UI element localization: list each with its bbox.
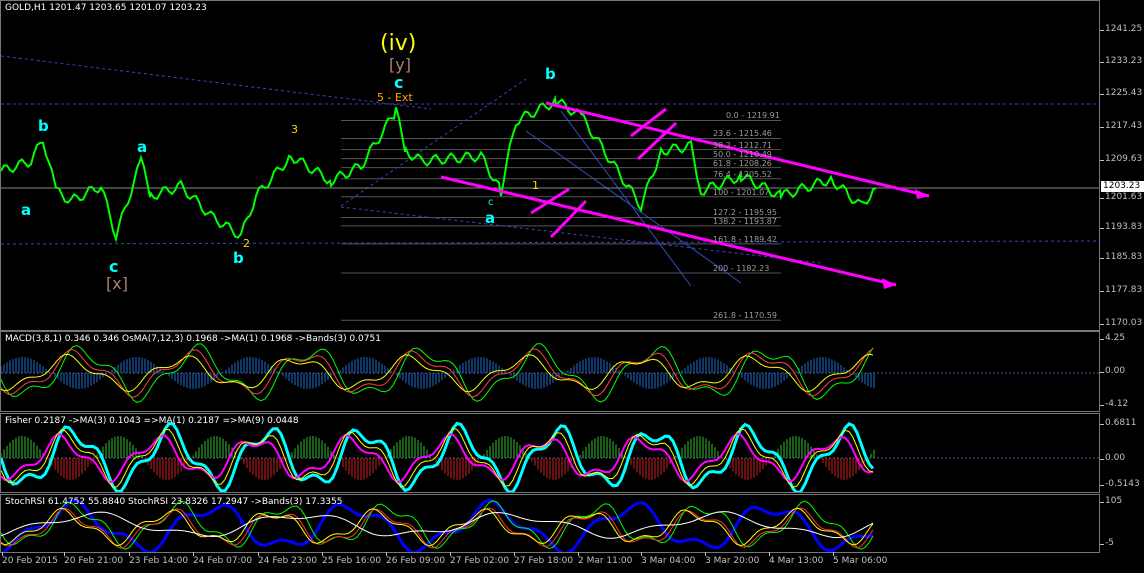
time-tick: 23 Feb 14:00 (129, 552, 189, 566)
price-tick: 1217.43 (1099, 121, 1143, 131)
wave-label-a-cyan: a (137, 138, 148, 156)
wave-label-1: 1 (532, 179, 539, 192)
price-tick: 1177.83 (1099, 285, 1143, 295)
stochrsi-tick: 105 (1099, 496, 1123, 506)
wave-label-b-mid: b (233, 249, 244, 267)
macd-pane[interactable]: MACD(3,8,1) 0.346 0.346 OsMA(7,12,3) 0.1… (0, 331, 1100, 412)
fib-level-label: 38.2 - 1212.71 (713, 140, 772, 150)
time-tick: 27 Feb 18:00 (514, 552, 574, 566)
time-tick: 26 Feb 09:00 (386, 552, 446, 566)
stochrsi-axis: 105 -5 (1099, 494, 1144, 553)
time-tick: 20 Feb 2015 (2, 552, 59, 566)
time-axis: 20 Feb 2015 20 Feb 21:00 23 Feb 14:00 24… (0, 552, 1144, 573)
fib-level-label: 138.2 - 1193.87 (713, 216, 777, 226)
wave-label-a-left: a (21, 201, 32, 219)
stochrsi-tick: -5 (1100, 538, 1114, 548)
fib-level-label: 100 - 1201.07 (713, 187, 770, 197)
macd-tick: 4.25 (1099, 333, 1126, 343)
stochrsi-pane[interactable]: StochRSI 61.4752 55.8840 StochRSI 23.832… (0, 494, 1100, 553)
wave-label-c-bottom: c (109, 257, 119, 276)
fib-level-label: 200 - 1182.23 (713, 264, 770, 274)
wave-label-y: [y] (389, 55, 411, 74)
price-tick: 1185.83 (1099, 252, 1143, 262)
time-tick: 24 Feb 23:00 (258, 552, 318, 566)
wave-label-c-right: c (488, 197, 494, 208)
wave-label-ext: 5 - Ext (377, 91, 413, 104)
time-tick: 25 Feb 16:00 (322, 552, 382, 566)
macd-canvas (1, 343, 1099, 403)
wave-label-c-top: c (394, 73, 404, 92)
wave-label-b-left: b (38, 117, 49, 135)
price-chart-canvas[interactable] (1, 1, 1100, 331)
time-tick: 20 Feb 21:00 (64, 552, 124, 566)
fib-level-label: 0.0 - 1219.91 (726, 111, 780, 121)
price-tick: 1209.63 (1099, 154, 1143, 164)
fisher-header: Fisher 0.2187 ->MA(3) 0.1043 =>MA(1) 0.2… (5, 416, 299, 426)
fisher-axis: 0.6811 0.00 -0.5143 (1099, 413, 1144, 493)
time-tick: 5 Mar 06:00 (833, 552, 888, 566)
price-tick: 1201.63 (1099, 192, 1143, 202)
lower-trendline (440, 175, 897, 287)
wave-label-iv: (iv) (380, 31, 417, 56)
price-tick: 1241.25 (1099, 24, 1143, 34)
fisher-tick: 0.00 (1099, 453, 1126, 463)
wave-label-3: 3 (291, 123, 298, 136)
price-chart-pane[interactable]: GOLD,H1 1201.47 1203.65 1201.07 1203.23 … (0, 0, 1100, 331)
wave-label-b-right: b (545, 65, 556, 83)
time-tick: 3 Mar 04:00 (641, 552, 696, 566)
fib-level-label: 23.6 - 1215.46 (713, 129, 772, 139)
fib-level-label: 50.0 - 1210.49 (713, 149, 772, 159)
price-tick: 1193.83 (1099, 222, 1143, 232)
stochrsi-header: StochRSI 61.4752 55.8840 StochRSI 23.832… (5, 497, 343, 507)
wave-label-a-mid: a (485, 209, 496, 227)
price-tick: 1225.43 (1099, 88, 1143, 98)
price-tick: 1170.03 (1099, 318, 1143, 328)
price-axis: 1241.25 1233.23 1225.43 1217.43 1209.63 … (1099, 0, 1144, 331)
macd-tick: -4.12 (1099, 399, 1129, 409)
fib-level-label: 161.8 - 1189.42 (713, 234, 777, 244)
fisher-pane[interactable]: Fisher 0.2187 ->MA(3) 0.1043 =>MA(1) 0.2… (0, 413, 1100, 493)
fib-level-label: 261.8 - 1170.59 (713, 311, 777, 321)
wave-label-x: [x] (106, 274, 128, 293)
macd-tick: 0.00 (1099, 366, 1126, 376)
fib-level-label: 61.8 - 1208.26 (713, 158, 772, 168)
time-tick: 27 Feb 02:00 (450, 552, 510, 566)
fisher-tick: 0.6811 (1100, 418, 1137, 428)
time-tick: 24 Feb 07:00 (193, 552, 253, 566)
time-tick: 4 Mar 13:00 (769, 552, 824, 566)
macd-header: MACD(3,8,1) 0.346 0.346 OsMA(7,12,3) 0.1… (5, 334, 381, 344)
main-chart-header: GOLD,H1 1201.47 1203.65 1201.07 1203.23 (5, 3, 207, 13)
macd-axis: 4.25 0.00 -4.12 (1099, 331, 1144, 412)
fisher-tick: -0.5143 (1100, 479, 1140, 489)
time-tick: 3 Mar 20:00 (705, 552, 760, 566)
wave-label-2: 2 (243, 237, 250, 250)
time-tick: 2 Mar 11:00 (578, 552, 633, 566)
fib-level-label: 76.4 - 1205.52 (713, 169, 772, 179)
current-price-tag: 1203.23 (1101, 181, 1144, 192)
price-tick: 1233.23 (1099, 56, 1143, 66)
